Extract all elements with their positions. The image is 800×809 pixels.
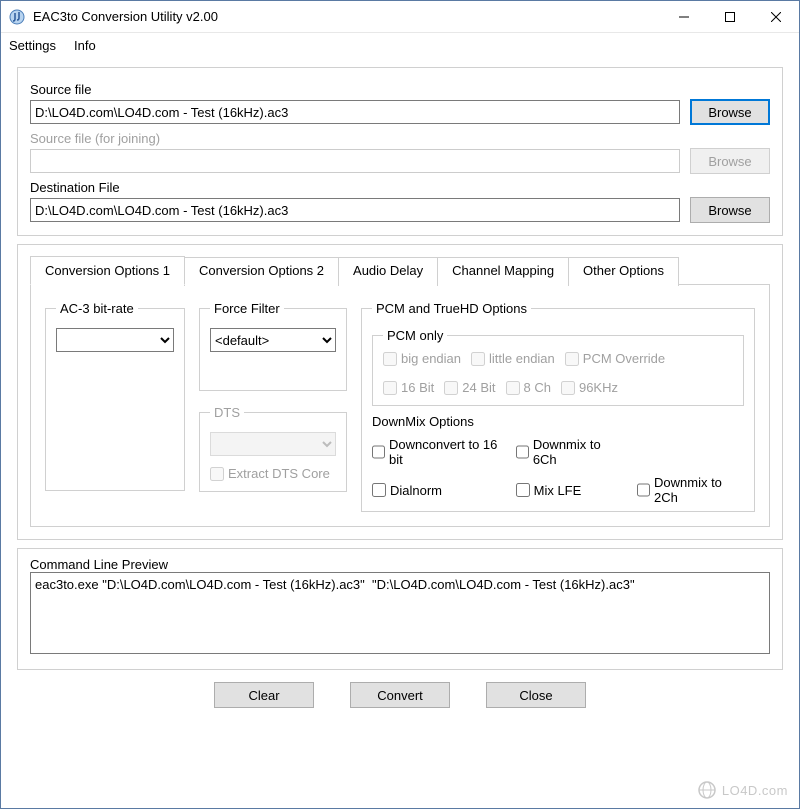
source-file-label: Source file bbox=[30, 82, 770, 97]
16bit-checkbox: 16 Bit bbox=[383, 380, 434, 395]
force-filter-group: Force Filter <default> bbox=[199, 301, 347, 391]
24bit-checkbox: 24 Bit bbox=[444, 380, 495, 395]
tab-other-options[interactable]: Other Options bbox=[568, 257, 679, 286]
extract-dts-core-checkbox: Extract DTS Core bbox=[210, 466, 336, 481]
join-file-label: Source file (for joining) bbox=[30, 131, 770, 146]
pcm-truehd-group: PCM and TrueHD Options PCM only big endi… bbox=[361, 301, 755, 512]
convert-button[interactable]: Convert bbox=[350, 682, 450, 708]
force-filter-legend: Force Filter bbox=[210, 301, 284, 316]
downmix-6ch-checkbox[interactable]: Downmix to 6Ch bbox=[516, 437, 623, 467]
force-filter-select[interactable]: <default> bbox=[210, 328, 336, 352]
menubar: Settings Info bbox=[1, 33, 799, 57]
clear-button[interactable]: Clear bbox=[214, 682, 314, 708]
source-file-input[interactable] bbox=[30, 100, 680, 124]
command-line-panel: Command Line Preview bbox=[17, 548, 783, 670]
dest-file-input[interactable] bbox=[30, 198, 680, 222]
pcm-only-group: PCM only big endian little endian PCM Ov… bbox=[372, 328, 744, 406]
action-buttons: Clear Convert Close bbox=[17, 678, 783, 708]
maximize-icon bbox=[725, 12, 735, 22]
options-panel: Conversion Options 1 Conversion Options … bbox=[17, 244, 783, 540]
little-endian-checkbox: little endian bbox=[471, 351, 555, 366]
tab-content: AC-3 bit-rate Force Filter <default> DTS bbox=[30, 285, 770, 527]
file-selection-panel: Source file Browse Source file (for join… bbox=[17, 67, 783, 236]
source-browse-button[interactable]: Browse bbox=[690, 99, 770, 125]
dest-browse-button[interactable]: Browse bbox=[690, 197, 770, 223]
maximize-button[interactable] bbox=[707, 1, 753, 32]
dialnorm-checkbox[interactable]: Dialnorm bbox=[372, 475, 502, 505]
close-window-button[interactable] bbox=[753, 1, 799, 32]
dest-file-label: Destination File bbox=[30, 180, 770, 195]
window-title: EAC3to Conversion Utility v2.00 bbox=[33, 9, 661, 24]
pcm-truehd-legend: PCM and TrueHD Options bbox=[372, 301, 531, 316]
menu-info[interactable]: Info bbox=[74, 38, 96, 53]
app-window: EAC3to Conversion Utility v2.00 Settings… bbox=[0, 0, 800, 809]
tab-audio-delay[interactable]: Audio Delay bbox=[338, 257, 438, 286]
big-endian-checkbox: big endian bbox=[383, 351, 461, 366]
ac3-bitrate-select[interactable] bbox=[56, 328, 174, 352]
command-line-preview[interactable] bbox=[30, 572, 770, 654]
minimize-button[interactable] bbox=[661, 1, 707, 32]
close-button[interactable]: Close bbox=[486, 682, 586, 708]
tab-channel-mapping[interactable]: Channel Mapping bbox=[437, 257, 569, 286]
dts-group: DTS Extract DTS Core bbox=[199, 405, 347, 492]
downmix-legend: DownMix Options bbox=[372, 414, 744, 429]
mix-lfe-checkbox[interactable]: Mix LFE bbox=[516, 475, 623, 505]
downmix-2ch-checkbox[interactable]: Downmix to 2Ch bbox=[637, 475, 744, 505]
app-icon bbox=[9, 9, 25, 25]
minimize-icon bbox=[679, 12, 689, 22]
8ch-checkbox: 8 Ch bbox=[506, 380, 551, 395]
pcm-only-legend: PCM only bbox=[383, 328, 447, 343]
close-icon bbox=[771, 12, 781, 22]
tab-conversion-options-1[interactable]: Conversion Options 1 bbox=[30, 256, 185, 285]
ac3-bitrate-group: AC-3 bit-rate bbox=[45, 301, 185, 491]
tab-conversion-options-2[interactable]: Conversion Options 2 bbox=[184, 257, 339, 286]
titlebar: EAC3to Conversion Utility v2.00 bbox=[1, 1, 799, 33]
join-file-input[interactable] bbox=[30, 149, 680, 173]
ac3-bitrate-legend: AC-3 bit-rate bbox=[56, 301, 138, 316]
menu-settings[interactable]: Settings bbox=[9, 38, 56, 53]
tab-strip: Conversion Options 1 Conversion Options … bbox=[30, 255, 770, 285]
pcm-override-checkbox: PCM Override bbox=[565, 351, 665, 366]
96khz-checkbox: 96KHz bbox=[561, 380, 618, 395]
dts-legend: DTS bbox=[210, 405, 244, 420]
dts-select bbox=[210, 432, 336, 456]
join-browse-button: Browse bbox=[690, 148, 770, 174]
downconvert-16bit-checkbox[interactable]: Downconvert to 16 bit bbox=[372, 437, 502, 467]
command-line-label: Command Line Preview bbox=[30, 557, 770, 572]
